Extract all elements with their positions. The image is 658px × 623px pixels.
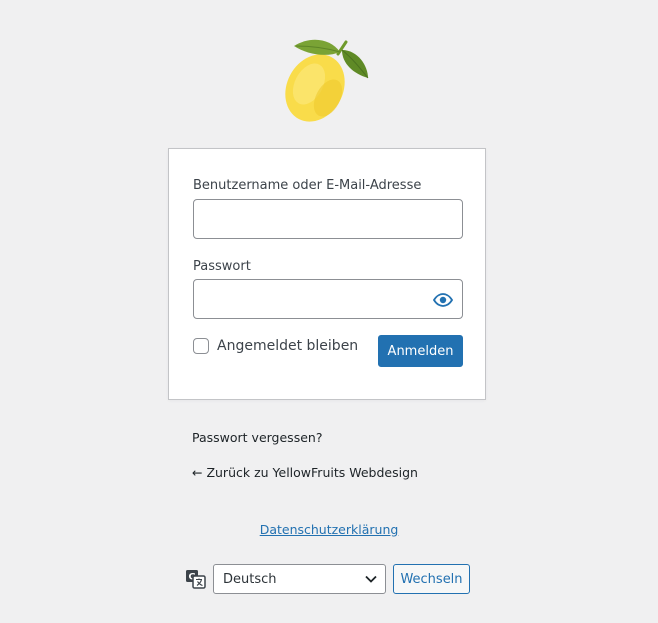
remember-me-label[interactable]: Angemeldet bleiben bbox=[217, 338, 358, 354]
remember-me: Angemeldet bleiben bbox=[193, 338, 358, 354]
remember-me-checkbox[interactable] bbox=[193, 338, 209, 354]
language-switcher: G Deutsch Wechseln bbox=[186, 564, 470, 594]
username-label: Benutzername oder E-Mail-Adresse bbox=[193, 178, 422, 193]
lemon-logo-icon bbox=[285, 39, 369, 122]
switch-language-button[interactable]: Wechseln bbox=[393, 564, 470, 594]
password-label: Passwort bbox=[193, 259, 251, 274]
site-logo[interactable] bbox=[282, 36, 374, 128]
password-input[interactable] bbox=[193, 279, 463, 319]
language-select-value: Deutsch bbox=[223, 571, 277, 587]
language-select[interactable]: Deutsch bbox=[213, 564, 386, 594]
privacy-policy-link[interactable]: Datenschutzerklärung bbox=[0, 522, 658, 537]
lost-password-link[interactable]: Passwort vergessen? bbox=[192, 430, 322, 445]
translate-icon: G bbox=[186, 570, 206, 589]
login-form: Benutzername oder E-Mail-Adresse Passwor… bbox=[168, 148, 486, 400]
chevron-down-icon bbox=[365, 575, 377, 583]
username-input[interactable] bbox=[193, 199, 463, 239]
back-to-site-link[interactable]: ← Zurück zu YellowFruits Webdesign bbox=[192, 465, 418, 480]
show-password-button[interactable] bbox=[432, 289, 454, 311]
login-button[interactable]: Anmelden bbox=[378, 335, 463, 367]
eye-icon bbox=[433, 293, 453, 307]
